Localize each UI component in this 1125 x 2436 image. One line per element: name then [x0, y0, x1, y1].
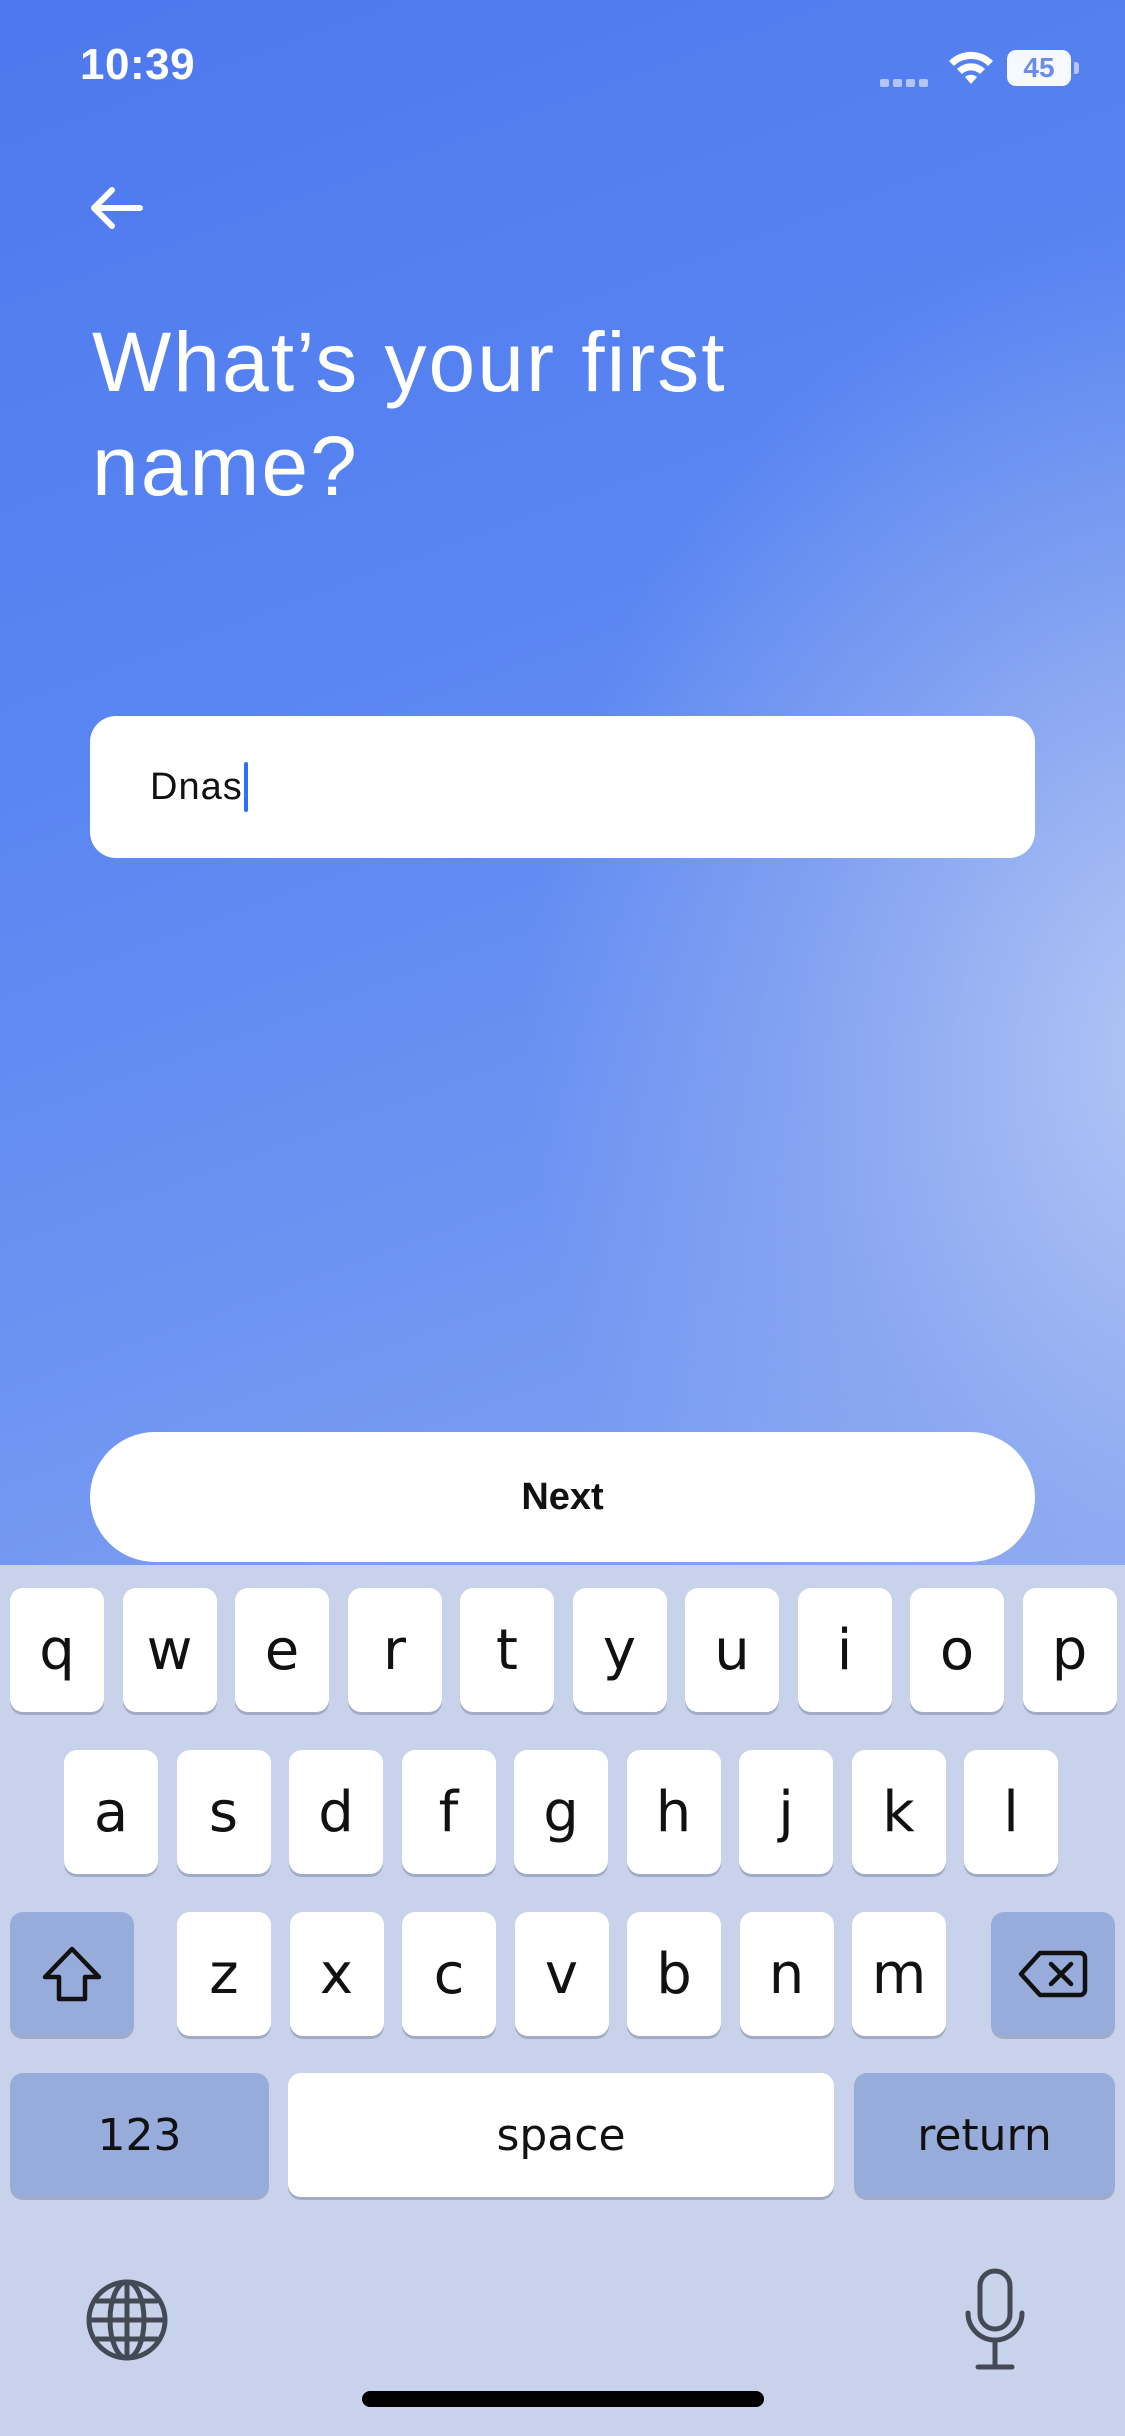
key-k[interactable]: k: [851, 1750, 946, 1874]
key-j[interactable]: j: [739, 1750, 833, 1874]
key-u[interactable]: u: [685, 1588, 779, 1712]
first-name-input[interactable]: Dnas: [90, 716, 1035, 858]
key-r[interactable]: r: [347, 1588, 442, 1712]
numbers-key[interactable]: 123: [10, 2073, 269, 2197]
key-v[interactable]: v: [514, 1912, 609, 2036]
key-o[interactable]: o: [910, 1588, 1004, 1712]
wifi-icon: [949, 51, 993, 84]
battery-level: 45: [1023, 52, 1055, 83]
page-title: What’s your first name?: [92, 315, 727, 513]
keyboard: qwertyuiop asdfghjkl zxcvbnm 123 space r…: [0, 1565, 1125, 2436]
first-name-value: Dnas: [150, 765, 243, 808]
key-m[interactable]: m: [852, 1912, 946, 2036]
status-time: 10:39: [80, 40, 196, 89]
delete-key[interactable]: [991, 1912, 1115, 2036]
key-w[interactable]: w: [122, 1588, 217, 1712]
signal-icon: [880, 74, 932, 87]
space-key[interactable]: space: [288, 2073, 834, 2197]
key-h[interactable]: h: [626, 1750, 721, 1874]
key-a[interactable]: a: [64, 1750, 158, 1874]
key-d[interactable]: d: [289, 1750, 383, 1874]
key-s[interactable]: s: [176, 1750, 271, 1874]
globe-icon[interactable]: [82, 2275, 172, 2365]
key-z[interactable]: z: [177, 1912, 271, 2036]
battery-icon: 45: [1007, 50, 1079, 86]
microphone-icon[interactable]: [960, 2265, 1030, 2375]
status-bar: 10:39 45: [0, 0, 1125, 140]
battery-body: 45: [1007, 50, 1071, 86]
key-n[interactable]: n: [739, 1912, 834, 2036]
key-b[interactable]: b: [627, 1912, 721, 2036]
key-g[interactable]: g: [514, 1750, 608, 1874]
shift-icon: [42, 1946, 102, 2002]
return-key[interactable]: return: [854, 2073, 1115, 2197]
arrow-left-icon: [91, 187, 143, 229]
key-q[interactable]: q: [10, 1588, 104, 1712]
key-l[interactable]: l: [964, 1750, 1058, 1874]
next-button[interactable]: Next: [90, 1432, 1035, 1562]
key-c[interactable]: c: [402, 1912, 496, 2036]
shift-key[interactable]: [10, 1912, 134, 2036]
key-x[interactable]: x: [289, 1912, 384, 2036]
key-p[interactable]: p: [1022, 1588, 1117, 1712]
screen: 10:39 45 What’s your first name? Dnas Ne…: [0, 0, 1125, 2436]
battery-cap: [1074, 62, 1079, 74]
key-y[interactable]: y: [572, 1588, 667, 1712]
backspace-icon: [1018, 1950, 1088, 1998]
back-button[interactable]: [76, 168, 156, 248]
key-e[interactable]: e: [235, 1588, 329, 1712]
key-f[interactable]: f: [401, 1750, 496, 1874]
key-t[interactable]: t: [460, 1588, 554, 1712]
home-indicator: [362, 2391, 764, 2407]
key-i[interactable]: i: [797, 1588, 892, 1712]
text-cursor: [243, 762, 248, 812]
